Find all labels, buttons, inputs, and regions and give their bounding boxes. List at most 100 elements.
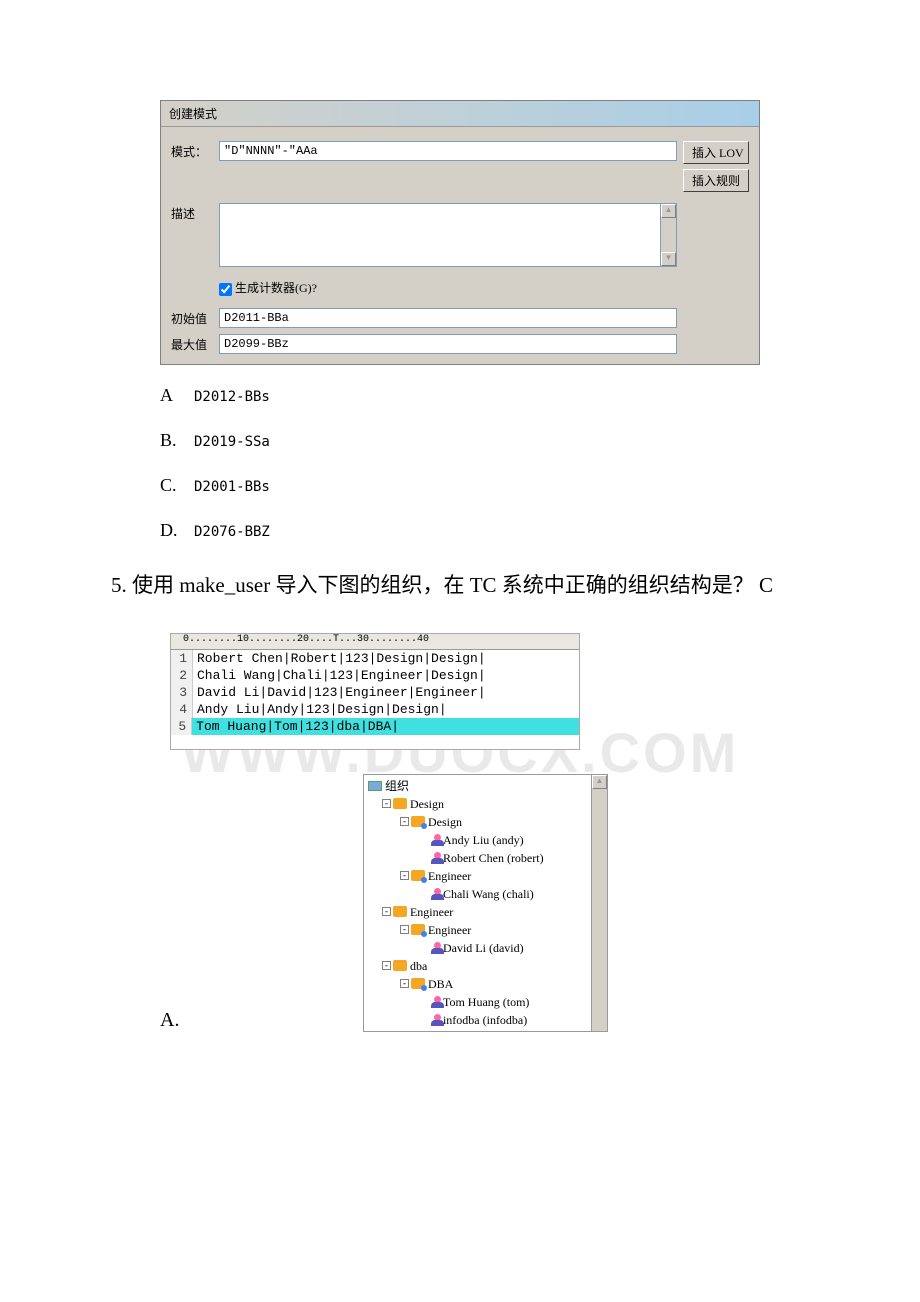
tree-node[interactable]: Chali Wang (chali): [368, 885, 591, 903]
code-text: Andy Liu|Andy|123|Design|Design|: [193, 701, 447, 718]
editor-line: 3David Li|David|123|Engineer|Engineer|: [171, 684, 579, 701]
tree-node[interactable]: Andy Liu (andy): [368, 831, 591, 849]
tree-label: Design: [428, 813, 462, 831]
line-number: 5: [171, 718, 192, 735]
code-text: Robert Chen|Robert|123|Design|Design|: [193, 650, 486, 667]
user-icon: [434, 942, 441, 949]
tree-label: Engineer: [410, 903, 453, 921]
tree-toggle-icon[interactable]: -: [382, 907, 391, 916]
question-answer: C: [759, 573, 773, 597]
option-c: C. D2001-BBs: [160, 475, 920, 496]
tree-label: Tom Huang (tom): [443, 993, 529, 1011]
tree-toggle-icon[interactable]: -: [382, 799, 391, 808]
option-a: A D2012-BBs: [160, 385, 920, 406]
question5-text: 5. 使用 make_user 导入下图的组织，在 TC 系统中正确的组织结构是…: [90, 569, 830, 603]
generate-counter-label: 生成计数器(G)?: [235, 281, 317, 295]
group-icon: [393, 906, 407, 917]
org-icon: [368, 781, 382, 791]
tree-node[interactable]: - Design: [368, 795, 591, 813]
tree-label: infodba (infodba): [443, 1011, 527, 1029]
org-tree-panel: 组织- Design- Design Andy Liu (andy) Rober…: [363, 774, 608, 1032]
option-letter: B.: [160, 430, 190, 451]
code-text: Chali Wang|Chali|123|Engineer|Design|: [193, 667, 486, 684]
tree-scrollbar[interactable]: ▲: [591, 775, 607, 1031]
option-letter: A: [160, 385, 190, 406]
tree-label: DBA: [428, 975, 453, 993]
tree-label: dba: [410, 957, 427, 975]
option-letter: D.: [160, 520, 190, 541]
tree-node[interactable]: Tom Huang (tom): [368, 993, 591, 1011]
tree-node[interactable]: - DBA: [368, 975, 591, 993]
create-pattern-dialog: 创建模式 模式： 插入 LOV 插入规则 描述 ▲ ▼ 生成计数器(G)?: [160, 100, 760, 365]
question4-options: A D2012-BBs B. D2019-SSa C. D2001-BBs D.…: [160, 385, 920, 541]
line-number: 4: [171, 701, 193, 718]
scroll-up-icon[interactable]: ▲: [661, 204, 676, 218]
max-value-label: 最大值: [171, 334, 219, 353]
tree-label: Design: [410, 795, 444, 813]
dialog-title: 创建模式: [161, 101, 759, 127]
tree-toggle-icon[interactable]: -: [400, 979, 409, 988]
line-number: 3: [171, 684, 193, 701]
user-icon: [434, 996, 441, 1003]
option-value: D2012-BBs: [194, 389, 270, 405]
textarea-scrollbar[interactable]: ▲ ▼: [661, 203, 677, 267]
tree-label: Andy Liu (andy): [443, 831, 524, 849]
tree-toggle-icon[interactable]: -: [400, 817, 409, 826]
editor-line: 5Tom Huang|Tom|123|dba|DBA|: [171, 718, 579, 735]
tree-node[interactable]: - Engineer: [368, 867, 591, 885]
tree-node[interactable]: infodba (infodba): [368, 1011, 591, 1029]
init-value-input[interactable]: [219, 308, 677, 328]
tree-label: Engineer: [428, 867, 471, 885]
option-letter: C.: [160, 475, 190, 496]
role-icon: [411, 816, 425, 827]
user-icon: [434, 834, 441, 841]
tree-label: Chali Wang (chali): [443, 885, 534, 903]
tree-label: David Li (david): [443, 939, 524, 957]
max-value-input[interactable]: [219, 334, 677, 354]
pattern-input[interactable]: [219, 141, 677, 161]
scroll-up-icon[interactable]: ▲: [592, 775, 607, 789]
code-editor: 0........10........20....T...30........4…: [170, 633, 580, 750]
tree-root[interactable]: 组织: [368, 777, 591, 795]
user-icon: [434, 852, 441, 859]
tree-toggle-icon[interactable]: -: [400, 871, 409, 880]
tree-label: Engineer: [428, 921, 471, 939]
option-value: D2076-BBZ: [194, 524, 270, 540]
init-value-label: 初始值: [171, 308, 219, 327]
tree-toggle-icon[interactable]: -: [400, 925, 409, 934]
description-label: 描述: [171, 203, 219, 222]
scroll-down-icon[interactable]: ▼: [661, 252, 676, 266]
line-number: 2: [171, 667, 193, 684]
tree-node[interactable]: - dba: [368, 957, 591, 975]
tree-node[interactable]: David Li (david): [368, 939, 591, 957]
generate-counter-checkbox[interactable]: [219, 283, 232, 296]
insert-rule-button[interactable]: 插入规则: [683, 169, 749, 192]
tree-node[interactable]: - Engineer: [368, 903, 591, 921]
role-icon: [411, 924, 425, 935]
code-text: David Li|David|123|Engineer|Engineer|: [193, 684, 486, 701]
option-d: D. D2076-BBZ: [160, 520, 920, 541]
editor-line: 4Andy Liu|Andy|123|Design|Design|: [171, 701, 579, 718]
tree-node[interactable]: Robert Chen (robert): [368, 849, 591, 867]
tree-label: 组织: [385, 777, 409, 795]
editor-line: 2Chali Wang|Chali|123|Engineer|Design|: [171, 667, 579, 684]
user-icon: [434, 888, 441, 895]
tree-node[interactable]: - Design: [368, 813, 591, 831]
role-icon: [411, 978, 425, 989]
line-number: 1: [171, 650, 193, 667]
tree-toggle-icon[interactable]: -: [382, 961, 391, 970]
question-body: 使用 make_user 导入下图的组织，在 TC 系统中正确的组织结构是？: [132, 573, 754, 597]
insert-lov-button[interactable]: 插入 LOV: [683, 141, 749, 164]
question-number: 5.: [111, 573, 127, 597]
tree-node[interactable]: - Engineer: [368, 921, 591, 939]
editor-line: 1Robert Chen|Robert|123|Design|Design|: [171, 650, 579, 667]
option-value: D2001-BBs: [194, 479, 270, 495]
role-icon: [411, 870, 425, 881]
answer-a-letter: A.: [160, 1009, 179, 1032]
pattern-label: 模式：: [171, 141, 219, 160]
description-input[interactable]: [219, 203, 661, 267]
code-text: Tom Huang|Tom|123|dba|DBA|: [192, 718, 579, 735]
group-icon: [393, 960, 407, 971]
option-b: B. D2019-SSa: [160, 430, 920, 451]
group-icon: [393, 798, 407, 809]
